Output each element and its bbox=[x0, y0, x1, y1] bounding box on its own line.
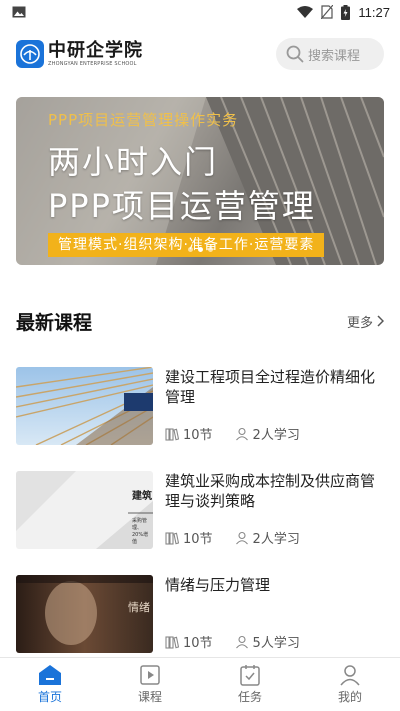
thumbnail-text: 采购管理、 bbox=[132, 518, 148, 531]
app-logo[interactable]: 中研企学院 ZHONGYAN ENTERPRISE SCHOOL bbox=[16, 40, 143, 68]
latest-courses-header: 最新课程 更多 bbox=[16, 306, 384, 336]
book-icon bbox=[165, 635, 179, 649]
nav-home-label: 首页 bbox=[37, 690, 62, 704]
image-icon bbox=[12, 6, 26, 18]
banner-title-line1: 两小时入门 bbox=[48, 143, 219, 181]
course-item[interactable]: 建设工程项目全过程造价精细化管理 10节 2人学习 bbox=[16, 367, 384, 445]
logo-mark bbox=[16, 40, 44, 68]
no-sim-icon bbox=[321, 5, 334, 19]
nav-profile-label: 我的 bbox=[337, 690, 362, 704]
carousel-dot-active[interactable] bbox=[197, 247, 203, 252]
nav-courses[interactable]: 课程 bbox=[100, 658, 200, 711]
course-item[interactable]: 建筑 采购管理、 20%增值 建筑业采购成本控制及供应商管理与谈判策略 10节 … bbox=[16, 471, 384, 549]
thumbnail-text: 建筑 bbox=[132, 491, 152, 502]
logo-subtitle: ZHONGYAN ENTERPRISE SCHOOL bbox=[48, 60, 137, 67]
nav-courses-label: 课程 bbox=[137, 690, 162, 704]
battery-charging-icon bbox=[341, 4, 351, 20]
course-sections: 10节 bbox=[183, 636, 213, 651]
chevron-right-icon bbox=[377, 315, 384, 327]
course-sections: 10节 bbox=[183, 428, 213, 443]
more-link[interactable]: 更多 bbox=[347, 312, 384, 331]
book-icon bbox=[165, 427, 179, 441]
course-thumbnail: 情绪 bbox=[16, 575, 153, 653]
promo-banner[interactable]: PPP项目运营管理操作实务 两小时入门 PPP项目运营管理 管理模式·组织架构·… bbox=[16, 97, 384, 265]
nav-home[interactable]: 首页 bbox=[0, 658, 100, 711]
user-icon bbox=[235, 427, 248, 440]
home-icon bbox=[39, 665, 61, 685]
section-title: 最新课程 bbox=[16, 311, 93, 334]
app-header: 中研企学院 ZHONGYAN ENTERPRISE SCHOOL 搜索课程 bbox=[0, 34, 400, 74]
search-icon bbox=[286, 45, 304, 63]
carousel-indicator bbox=[16, 247, 384, 252]
wifi-icon bbox=[297, 6, 314, 18]
bottom-navigation: 首页 课程 任务 我的 bbox=[0, 657, 400, 711]
user-icon bbox=[235, 635, 248, 648]
nav-tasks-label: 任务 bbox=[237, 690, 262, 704]
more-label: 更多 bbox=[346, 315, 373, 331]
carousel-dot[interactable] bbox=[187, 247, 193, 252]
course-thumbnail bbox=[16, 367, 153, 445]
banner-topics-strip: 管理模式·组织架构·准备工作·运营要素 bbox=[48, 233, 325, 257]
course-title: 建设工程项目全过程造价精细化管理 bbox=[165, 368, 376, 406]
course-learners: 2人学习 bbox=[252, 532, 300, 547]
thumbnail-text: 20%增值 bbox=[132, 532, 149, 545]
course-play-icon bbox=[140, 665, 160, 685]
course-item[interactable]: 情绪 情绪与压力管理 10节 5人学习 bbox=[16, 575, 384, 653]
course-title: 情绪与压力管理 bbox=[165, 576, 271, 594]
search-placeholder: 搜索课程 bbox=[308, 48, 361, 64]
search-input[interactable]: 搜索课程 bbox=[276, 38, 384, 70]
course-sections: 10节 bbox=[183, 532, 213, 547]
banner-title-line2: PPP项目运营管理 bbox=[48, 187, 316, 225]
user-icon bbox=[235, 531, 248, 544]
status-bar: 11:27 bbox=[0, 0, 400, 24]
banner-eyebrow: PPP项目运营管理操作实务 bbox=[48, 111, 239, 129]
course-thumbnail: 建筑 采购管理、 20%增值 bbox=[16, 471, 153, 549]
course-learners: 2人学习 bbox=[252, 428, 300, 443]
course-learners: 5人学习 bbox=[252, 636, 300, 651]
nav-profile[interactable]: 我的 bbox=[300, 658, 400, 711]
thumbnail-text: 情绪 bbox=[128, 601, 150, 614]
carousel-dot[interactable] bbox=[207, 247, 213, 252]
task-clipboard-icon bbox=[240, 665, 260, 686]
logo-name: 中研企学院 bbox=[48, 39, 143, 61]
book-icon bbox=[165, 531, 179, 545]
clock: 11:27 bbox=[358, 4, 390, 20]
profile-icon bbox=[340, 665, 360, 686]
course-title: 建筑业采购成本控制及供应商管理与谈判策略 bbox=[165, 472, 376, 510]
nav-tasks[interactable]: 任务 bbox=[200, 658, 300, 711]
